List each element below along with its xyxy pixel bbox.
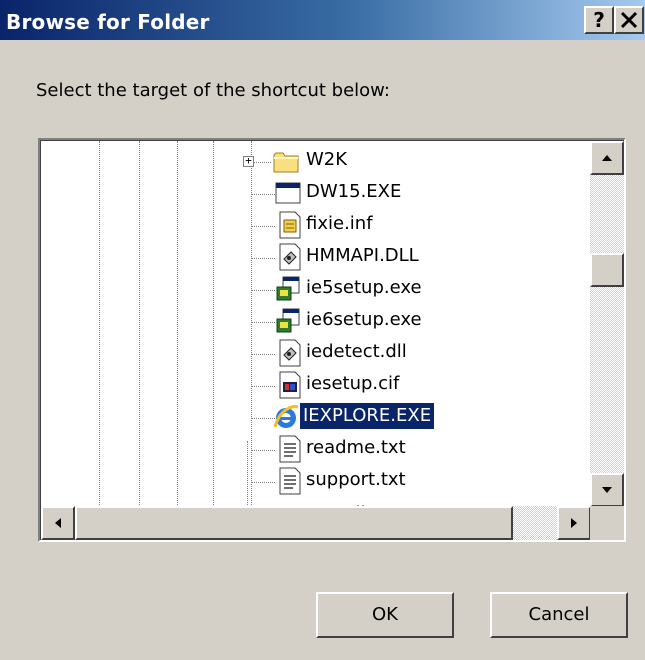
dll-file-icon: [279, 243, 301, 271]
title-bar: Browse for Folder ?: [0, 0, 645, 40]
tree-item-label: support.txt: [306, 469, 406, 490]
arrow-right-icon: [571, 518, 577, 528]
tree-item-fixie-inf[interactable]: fixie.inf: [41, 209, 591, 241]
text-file-icon: [279, 435, 301, 463]
tree-item-label: iedetect.dll: [306, 341, 407, 362]
tree-item-iexplore-exe[interactable]: IEXPLORE.EXE: [41, 401, 591, 433]
dll-file-icon: [279, 339, 301, 367]
expand-toggle[interactable]: +: [243, 155, 254, 167]
tree-item-label: W2K: [306, 149, 348, 170]
scroll-up-button[interactable]: [590, 141, 624, 175]
tree-item-w2k[interactable]: + W2K: [41, 145, 591, 177]
setup-information-file-icon: [279, 211, 301, 239]
tree-item-label: IEXPLORE.EXE: [300, 403, 435, 429]
setup-program-icon: [276, 308, 300, 333]
tree-item-label: fixie.inf: [306, 213, 373, 234]
tree-item-iesetup-cif[interactable]: iesetup.cif: [41, 369, 591, 401]
ok-button[interactable]: OK: [316, 592, 454, 638]
tree-content: + W2K DW15.EXE fixie.inf HMMAPI.DLL ie5s…: [40, 140, 624, 540]
application-icon: [275, 182, 301, 204]
text-file-icon: [279, 467, 301, 495]
close-button[interactable]: [614, 6, 644, 34]
tree-item-label: ie6setup.exe: [306, 309, 422, 330]
tree-item-ie5setup-exe[interactable]: ie5setup.exe: [41, 273, 591, 305]
scroll-left-button[interactable]: [41, 506, 75, 540]
folder-tree[interactable]: + W2K DW15.EXE fixie.inf HMMAPI.DLL ie5s…: [38, 138, 626, 542]
vertical-scroll-thumb[interactable]: [590, 253, 624, 287]
scrollbar-corner: [590, 506, 624, 540]
window-title: Browse for Folder: [6, 10, 210, 34]
tree-item-readme-txt[interactable]: readme.txt: [41, 433, 591, 465]
scroll-right-button[interactable]: [557, 506, 591, 540]
tree-item-hmmapi-dll[interactable]: HMMAPI.DLL: [41, 241, 591, 273]
horizontal-scroll-thumb[interactable]: [75, 506, 513, 540]
tree-item-label: ie5setup.exe: [306, 277, 422, 298]
tree-item-label: iesetup.cif: [306, 373, 400, 394]
internet-explorer-icon: [273, 405, 299, 428]
vertical-scrollbar[interactable]: [590, 141, 624, 507]
tree-item-label: DW15.EXE: [306, 181, 402, 202]
arrow-down-icon: [602, 487, 612, 493]
tree-item-support-txt[interactable]: support.txt: [41, 465, 591, 497]
setup-program-icon: [276, 276, 300, 301]
arrow-left-icon: [55, 518, 61, 528]
tree-item-dw15-exe[interactable]: DW15.EXE: [41, 177, 591, 209]
cancel-button[interactable]: Cancel: [490, 592, 628, 638]
horizontal-scrollbar[interactable]: [41, 506, 591, 540]
instruction-text: Select the target of the shortcut below:: [36, 80, 390, 101]
tree-item-ie6setup-exe[interactable]: ie6setup.exe: [41, 305, 591, 337]
cif-file-icon: [279, 371, 301, 399]
tree-item-label: readme.txt: [306, 437, 406, 458]
folder-icon: [273, 152, 299, 173]
tree-item-iedetect-dll[interactable]: iedetect.dll: [41, 337, 591, 369]
help-button[interactable]: ?: [584, 6, 614, 34]
tree-item-label: HMMAPI.DLL: [306, 245, 419, 266]
scroll-down-button[interactable]: [590, 473, 624, 507]
close-icon: [620, 11, 638, 29]
arrow-up-icon: [602, 155, 612, 161]
